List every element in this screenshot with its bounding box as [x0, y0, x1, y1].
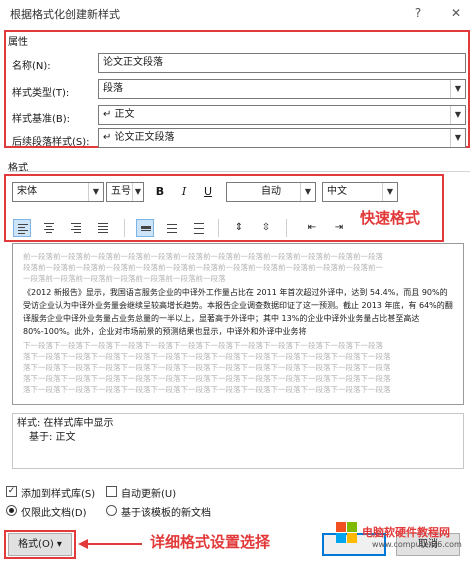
based-on-select[interactable]: ↵ 正文 ▼ — [98, 105, 466, 125]
chevron-down-icon: ▼ — [300, 183, 315, 201]
font-select[interactable]: 宋体 ▼ — [12, 182, 104, 202]
preview-sample-text: 《2012 新报告》显示，我国语言服务企业的中译外工作量占比在 2011 年首次… — [23, 288, 453, 336]
style-type-select[interactable]: 段落 ▼ — [98, 79, 466, 99]
toolbar-divider — [286, 219, 287, 237]
based-on-label: 样式基准(B): — [12, 114, 71, 125]
description-line: 样式: 在样式库中显示 — [17, 418, 114, 429]
preview-next-paragraph: 落下一段落下一段落下一段落下一段落下一段落下一段落下一段落下一段落下一段落下一段… — [23, 374, 391, 383]
preview-next-paragraph: 落下一段落下一段落下一段落下一段落下一段落下一段落下一段落下一段落下一段落下一段… — [23, 363, 391, 372]
chevron-down-icon: ▼ — [450, 129, 465, 147]
indent-decrease-icon[interactable]: ⇤ — [303, 219, 321, 237]
chevron-down-icon: ▼ — [450, 106, 465, 124]
name-input[interactable]: 论文正文段落 — [98, 53, 466, 73]
italic-button[interactable]: I — [175, 183, 193, 201]
only-this-document-radio[interactable] — [6, 505, 17, 516]
single-spacing-icon[interactable] — [136, 219, 154, 237]
indent-increase-icon[interactable]: ⇥ — [330, 219, 348, 237]
format-divider — [8, 171, 470, 172]
next-style-label: 后续段落样式(S): — [12, 137, 90, 148]
next-style-value: ↵ 论文正文段落 — [103, 132, 175, 143]
preview-previous-paragraph: 段落前一段落前一段落前一段落前一段落前一段落前一段落前一段落前一段落前一段落前一… — [23, 263, 383, 272]
format-menu-button[interactable]: 格式(O) ▾ — [8, 533, 72, 556]
description-line: 基于: 正文 — [29, 432, 76, 443]
toolbar-divider — [124, 219, 125, 237]
align-center-icon[interactable] — [40, 219, 58, 237]
name-label: 名称(N): — [12, 61, 51, 72]
dialog-title: 根据格式化创建新样式 — [10, 8, 120, 21]
one-half-spacing-icon[interactable] — [163, 219, 181, 237]
font-value: 宋体 — [17, 186, 37, 197]
chevron-down-icon: ▼ — [450, 80, 465, 98]
align-left-icon[interactable] — [13, 219, 31, 237]
style-type-label: 样式类型(T): — [12, 88, 70, 99]
spacing-decrease-icon[interactable]: ⇳ — [257, 219, 275, 237]
language-select[interactable]: 中文 ▼ — [322, 182, 398, 202]
auto-update-label[interactable]: 自动更新(U) — [121, 485, 176, 500]
properties-label: 属性 — [8, 37, 28, 48]
font-color-select[interactable]: 自动 ▼ — [226, 182, 316, 202]
size-value: 五号 — [111, 186, 131, 197]
preview-previous-paragraph: 一段落前一段落前一段落前一段落前一段落前一段落前一段落 — [23, 274, 226, 283]
add-to-gallery-label[interactable]: 添加到样式库(S) — [21, 485, 95, 500]
size-select[interactable]: 五号 ▼ — [106, 182, 144, 202]
preview-next-paragraph: 落下一段落下一段落下一段落下一段落下一段落下一段落下一段落下一段落下一段落下一段… — [23, 385, 391, 394]
preview-previous-paragraph: 前一段落前一段落前一段落前一段落前一段落前一段落前一段落前一段落前一段落前一段落… — [23, 252, 383, 261]
chevron-down-icon: ▼ — [88, 183, 103, 201]
based-on-value: ↵ 正文 — [103, 109, 135, 120]
quick-format-annotation: 快速格式 — [360, 209, 421, 227]
toolbar-divider — [218, 219, 219, 237]
help-button[interactable]: ? — [408, 3, 428, 23]
font-color-value: 自动 — [261, 186, 281, 197]
preview-next-paragraph: 落下一段落下一段落下一段落下一段落下一段落下一段落下一段落下一段落下一段落下一段… — [23, 352, 391, 361]
justify-icon[interactable] — [94, 219, 112, 237]
language-value: 中文 — [327, 186, 347, 197]
bold-button[interactable]: B — [151, 183, 169, 201]
watermark-title: 电脑软硬件教程网 — [362, 526, 450, 539]
chevron-down-icon: ▼ — [132, 183, 143, 201]
align-right-icon[interactable] — [67, 219, 85, 237]
only-this-document-label[interactable]: 仅限此文档(D) — [21, 504, 87, 519]
new-docs-template-radio[interactable] — [106, 505, 117, 516]
chevron-down-icon: ▼ — [382, 183, 397, 201]
arrow-left-icon — [78, 539, 142, 549]
auto-update-checkbox[interactable] — [106, 486, 117, 497]
double-spacing-icon[interactable] — [190, 219, 208, 237]
spacing-increase-icon[interactable]: ⇕ — [230, 219, 248, 237]
style-preview: 前一段落前一段落前一段落前一段落前一段落前一段落前一段落前一段落前一段落前一段落… — [12, 243, 464, 405]
new-docs-template-label[interactable]: 基于该模板的新文档 — [121, 504, 211, 519]
close-button[interactable]: ✕ — [446, 3, 466, 23]
style-description: 样式: 在样式库中显示 基于: 正文 — [12, 413, 464, 469]
windows-logo-icon — [336, 522, 358, 544]
next-style-select[interactable]: ↵ 论文正文段落 ▼ — [98, 128, 466, 148]
underline-button[interactable]: U — [199, 183, 217, 201]
style-type-value: 段落 — [103, 83, 123, 94]
watermark-url: www.computer26.com — [372, 540, 462, 549]
preview-next-paragraph: 下一段落下一段落下一段落下一段落下一段落下一段落下一段落下一段落下一段落下一段落… — [23, 341, 383, 350]
add-to-gallery-checkbox[interactable]: ✓ — [6, 486, 17, 497]
detailed-format-annotation: 详细格式设置选择 — [150, 533, 271, 551]
